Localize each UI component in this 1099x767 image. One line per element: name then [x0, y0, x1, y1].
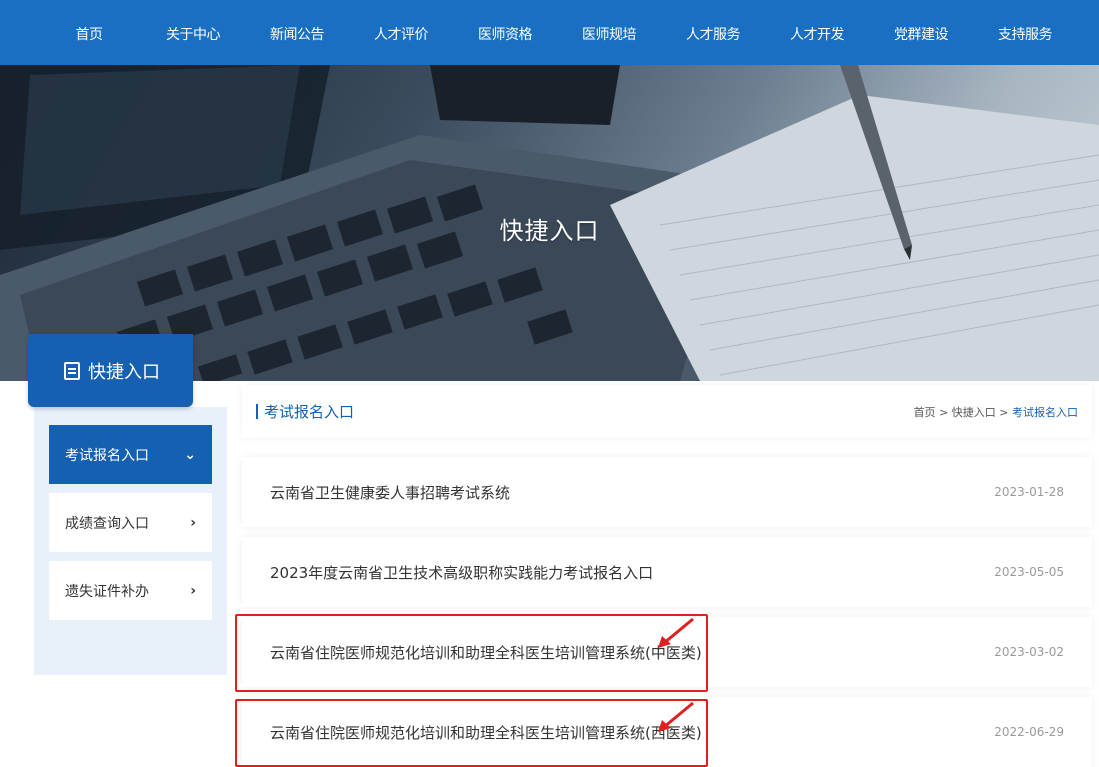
- section-title-text: 考试报名入口: [264, 403, 355, 421]
- chevron-down-icon: ⌄: [184, 446, 196, 463]
- list-item-title: 云南省住院医师规范化培训和助理全科医生培训管理系统(西医类): [270, 723, 702, 742]
- nav-item-support-service[interactable]: 支持服务: [973, 0, 1077, 44]
- breadcrumb-quick-entry[interactable]: 快捷入口: [952, 406, 996, 419]
- red-arrow-icon: [658, 617, 694, 648]
- sidebar-item-lost-certificate[interactable]: 遗失证件补办 ›: [49, 561, 212, 620]
- section-title: 考试报名入口: [256, 401, 354, 422]
- nav-item-news[interactable]: 新闻公告: [245, 0, 349, 44]
- banner-title: 快捷入口: [499, 217, 600, 245]
- nav-item-party-building[interactable]: 党群建设: [869, 0, 973, 44]
- list-item-title: 云南省住院医师规范化培训和助理全科医生培训管理系统(中医类): [270, 643, 702, 662]
- nav-item-physician-training[interactable]: 医师规培: [557, 0, 661, 44]
- sidebar-header: 快捷入口: [28, 334, 193, 407]
- list-item[interactable]: 2023年度云南省卫生技术高级职称实践能力考试报名入口 2023-05-05: [242, 537, 1092, 607]
- sidebar-item-label: 成绩查询入口: [65, 515, 149, 532]
- title-bar: [256, 404, 258, 419]
- nav-item-talent-service[interactable]: 人才服务: [661, 0, 765, 44]
- list-item[interactable]: 云南省卫生健康委人事招聘考试系统 2023-01-28: [242, 457, 1092, 527]
- list-item-title: 2023年度云南省卫生技术高级职称实践能力考试报名入口: [270, 563, 654, 582]
- list-item-date: 2023-01-28: [994, 485, 1064, 499]
- nav-item-talent-development[interactable]: 人才开发: [765, 0, 869, 44]
- top-nav: 首页 关于中心 新闻公告 人才评价 医师资格 医师规培 人才服务 人才开发 党群…: [0, 0, 1099, 65]
- nav-item-home[interactable]: 首页: [37, 0, 141, 44]
- sidebar-panel: 考试报名入口 ⌄ 成绩查询入口 › 遗失证件补办 ›: [34, 407, 227, 675]
- list-item-date: 2023-03-02: [994, 645, 1064, 659]
- breadcrumb-home[interactable]: 首页: [914, 406, 936, 419]
- sidebar-item-label: 考试报名入口: [65, 447, 149, 464]
- breadcrumb-separator: >: [999, 405, 1009, 419]
- document-icon: [64, 361, 80, 380]
- breadcrumb: 首页 > 快捷入口 > 考试报名入口: [914, 404, 1078, 420]
- chevron-right-icon: ›: [190, 514, 196, 531]
- content-header: 考试报名入口 首页 > 快捷入口 > 考试报名入口: [242, 385, 1092, 438]
- nav-item-talent-evaluation[interactable]: 人才评价: [349, 0, 453, 44]
- sidebar-item-exam-registration[interactable]: 考试报名入口 ⌄: [49, 425, 212, 484]
- red-arrow-icon: [658, 701, 694, 732]
- list-item-title: 云南省卫生健康委人事招聘考试系统: [270, 483, 511, 502]
- nav-item-about[interactable]: 关于中心: [141, 0, 245, 44]
- list-item-date: 2022-06-29: [994, 725, 1064, 739]
- nav-item-physician-qualification[interactable]: 医师资格: [453, 0, 557, 44]
- breadcrumb-separator: >: [939, 405, 949, 419]
- sidebar-item-score-query[interactable]: 成绩查询入口 ›: [49, 493, 212, 552]
- list-item-date: 2023-05-05: [994, 565, 1064, 579]
- breadcrumb-current: 考试报名入口: [1012, 405, 1078, 419]
- sidebar-item-label: 遗失证件补办: [65, 583, 149, 600]
- chevron-right-icon: ›: [190, 582, 196, 599]
- sidebar-header-title: 快捷入口: [88, 361, 160, 383]
